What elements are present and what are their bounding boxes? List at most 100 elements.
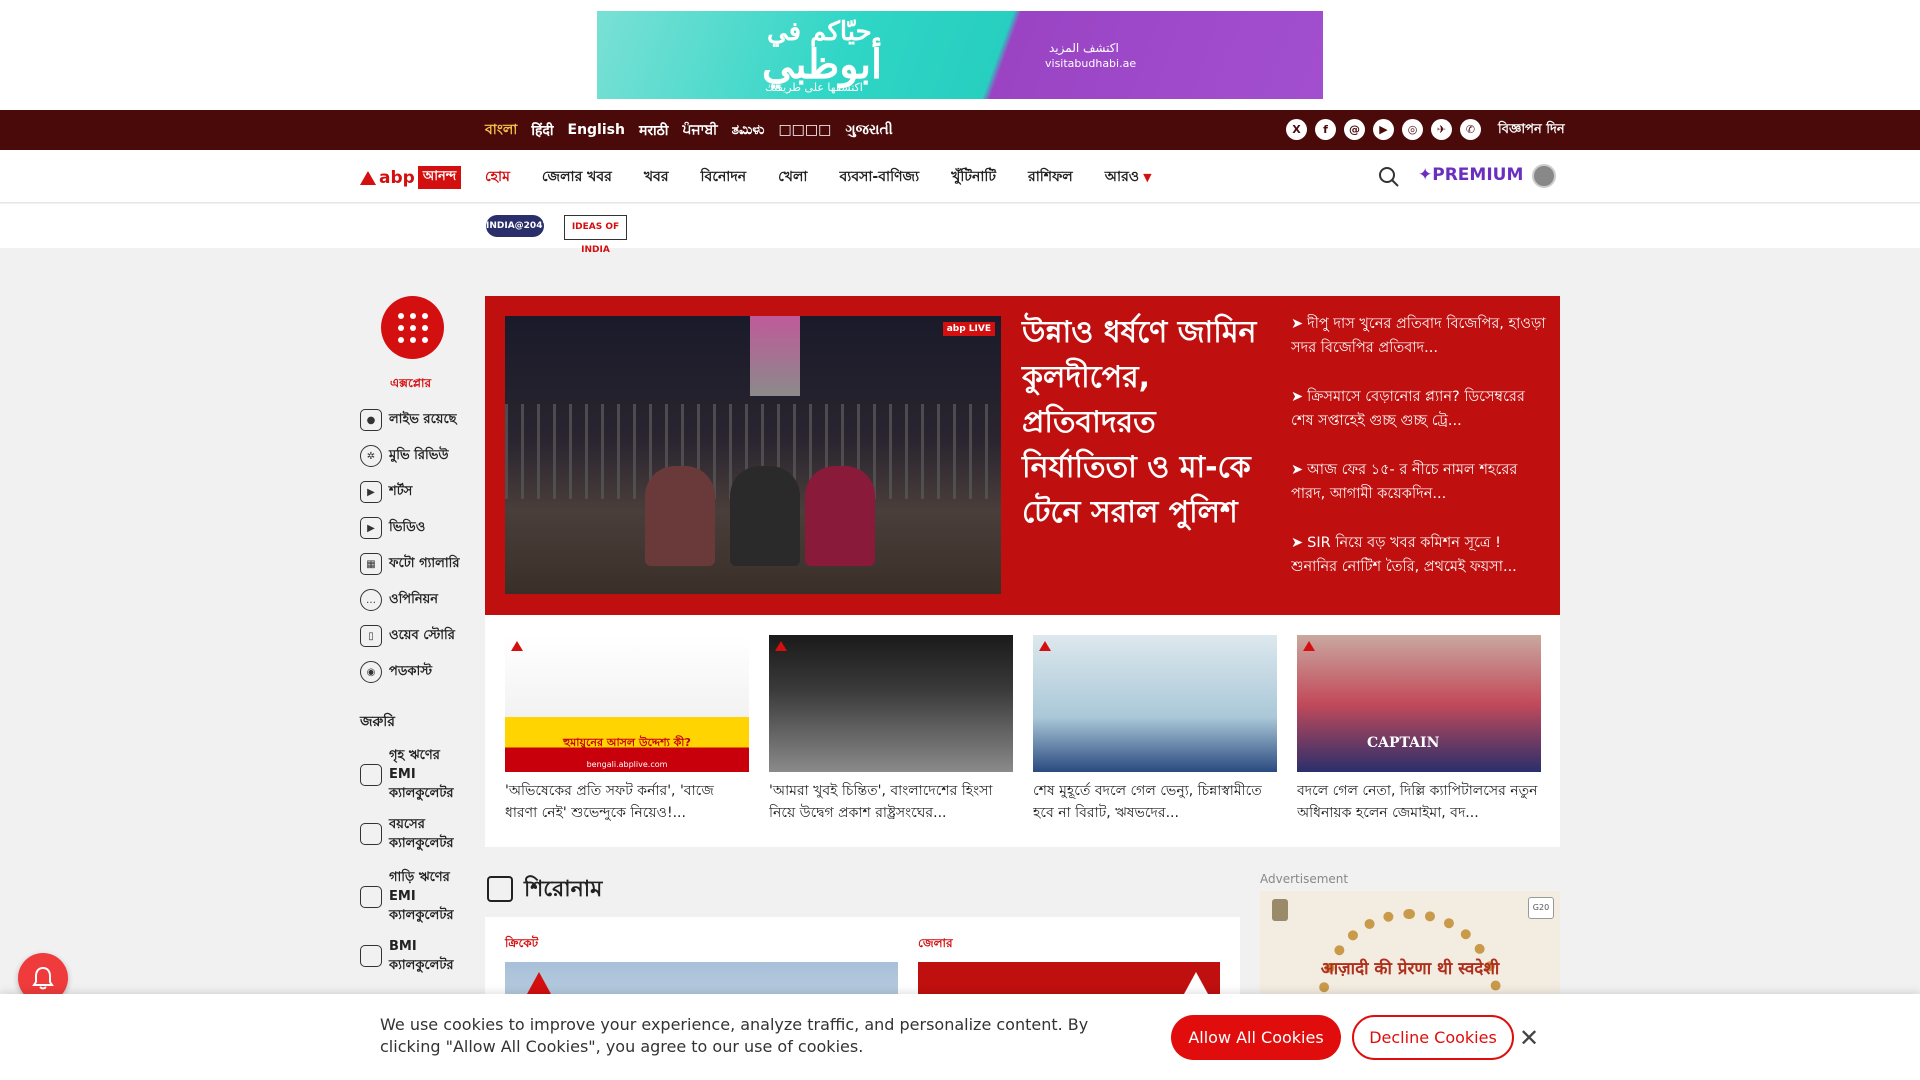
sidebar-item-label: ফটো গ্যালারি: [389, 555, 460, 571]
nav-item-sports[interactable]: খেলা: [778, 165, 807, 189]
nav-item-home[interactable]: হোম: [485, 165, 510, 189]
calc-label: গাড়ি ঋণের EMI ক্যালকুলেটর: [389, 870, 454, 923]
nav-item-details[interactable]: খুঁটিনাটি: [951, 165, 996, 189]
important-heading: জরুরি: [360, 714, 395, 730]
abp-logo-icon: [1039, 641, 1051, 651]
lang-gujarati[interactable]: ગુજરાતી: [845, 122, 892, 138]
chevron-down-icon: ▼: [1143, 170, 1152, 184]
sidebar-item-opinion[interactable]: … ওপিনিয়ন: [360, 589, 438, 611]
cookie-message: We use cookies to improve your experienc…: [380, 1015, 1089, 1056]
lang-punjabi[interactable]: ਪੰਜਾਬੀ: [682, 122, 717, 138]
hero-link-text: দীপু দাস খুনের প্রতিবাদ বিজেপির, হাওড়া …: [1291, 316, 1546, 356]
category-cricket[interactable]: ক্রিকেট: [505, 935, 538, 955]
story-title: বদলে গেল নেতা, দিল্লি ক্যাপিটালসের নতুন …: [1297, 783, 1538, 821]
sidebar-item-podcast[interactable]: ◉ পডকাস্ট: [360, 661, 432, 683]
arrow-right-icon: ➤: [1291, 389, 1304, 405]
user-avatar-icon[interactable]: [1532, 164, 1556, 188]
premium-button[interactable]: ✦PREMIUM: [1418, 165, 1523, 185]
india-2047-badge[interactable]: INDIA@2047: [486, 215, 549, 237]
lang-hindi[interactable]: हिंदी: [531, 121, 553, 140]
main-nav: abp আনন্দ হোম জেলার খবর খবর বিনোদন খেলা …: [0, 150, 1920, 203]
nav-menu: হোম জেলার খবর খবর বিনোদন খেলা ব্যবসা-বাণ…: [485, 150, 1152, 203]
ideas-of-india-badge[interactable]: IDEAS OF INDIA: [564, 215, 627, 255]
sidebar-item-video[interactable]: ▶ ভিডিও: [360, 517, 425, 539]
sidebar-calc-age[interactable]: বয়সের ক্যালকুলেটর: [360, 815, 469, 853]
lang-english[interactable]: English: [568, 122, 625, 138]
search-icon[interactable]: [1378, 166, 1400, 188]
sidebar-calc-bmi[interactable]: BMI ক্যালকুলেটর: [360, 937, 469, 975]
sidebar-item-photo-gallery[interactable]: ▦ ফটো গ্যালারি: [360, 553, 460, 575]
sidebar-item-label: ভিডিও: [389, 519, 426, 535]
web-story-icon: ▯: [360, 625, 382, 647]
sidebar-item-label: মুভি রিভিউ: [389, 447, 449, 463]
whatsapp-icon[interactable]: ✆: [1460, 119, 1481, 140]
home-loan-icon: [360, 763, 382, 786]
facebook-icon[interactable]: f: [1315, 119, 1336, 140]
sidebar-item-shorts[interactable]: ▶ শর্টস: [360, 481, 412, 503]
protester-shape: [645, 466, 715, 566]
lang-marathi[interactable]: मराठी: [639, 121, 668, 140]
ad-url: visitabudhabi.ae: [1045, 57, 1137, 70]
explore-label: এক্সপ্লোর: [390, 376, 432, 390]
hero-link-text: আজ ফের ১৫- র নীচে নামল শহরের পারদ, আগামী…: [1291, 462, 1518, 502]
abu-dhabi-ad-banner[interactable]: حيّاكم في أبوظبي اكتشفها على طريقتك اكتش…: [597, 11, 1323, 99]
nav-item-business[interactable]: ব্যবসা-বাণিজ্য: [839, 165, 919, 189]
sidebar-item-label: পডকাস্ট: [389, 663, 433, 679]
sidebar-calc-car-loan[interactable]: গাড়ি ঋণের EMI ক্যালকুলেটর: [360, 868, 469, 925]
category-district[interactable]: জেলার: [918, 935, 953, 955]
sidebar-item-movie-review[interactable]: ✲ মুভি রিভিউ: [360, 445, 449, 467]
advertise-link[interactable]: বিজ্ঞাপন দিন: [1498, 110, 1565, 150]
hero-headline[interactable]: উন্নাও ধর্ষণে জামিন কুলদীপের, প্রতিবাদরত…: [1022, 310, 1267, 535]
sidebar-calc-home-loan[interactable]: গৃহ ঋণের EMI ক্যালকুলেটর: [360, 746, 469, 803]
hero-link[interactable]: ➤ আজ ফের ১৫- র নীচে নামল শহরের পারদ, আগাম…: [1291, 458, 1549, 506]
allow-cookies-button[interactable]: Allow All Cookies: [1171, 1015, 1341, 1060]
decline-cookies-button[interactable]: Decline Cookies: [1352, 1015, 1514, 1060]
hero-link[interactable]: ➤ দীপু দাস খুনের প্রতিবাদ বিজেপির, হাওড়া…: [1291, 312, 1549, 360]
story-card[interactable]: শেষ মুহূর্তে বদলে গেল ভেন্যু, চিন্নাস্বা…: [1033, 635, 1277, 824]
abp-logo-icon: [1303, 641, 1315, 651]
film-reel-icon: ✲: [360, 445, 382, 467]
youtube-icon[interactable]: ▶: [1373, 119, 1394, 140]
g20-badge: G20: [1528, 897, 1554, 919]
telegram-icon[interactable]: ✈: [1431, 119, 1452, 140]
abp-logo-icon: [527, 972, 551, 994]
sidebar-item-label: লাইভ রয়েছে: [389, 411, 457, 427]
story-thumbnail: হুমায়ুনের আসল উদ্দেশ্য কী? bengali.abpl…: [505, 635, 749, 772]
instagram-icon[interactable]: ◎: [1402, 119, 1423, 140]
close-icon[interactable]: ✕: [1518, 1018, 1540, 1058]
sidebar-item-web-story[interactable]: ▯ ওয়েব স্টোরি: [360, 625, 455, 647]
abp-ananda-logo[interactable]: abp আনন্দ: [360, 166, 462, 189]
story-cards-row: হুমায়ুনের আসল উদ্দেশ্য কী? bengali.abpl…: [485, 615, 1560, 847]
bell-icon: [32, 966, 54, 990]
sidebar-item-label: শর্টস: [389, 483, 413, 499]
hero-link[interactable]: ➤ ক্রিসমাসে বেড়ানোর প্ল্যান? ডিসেম্বরের …: [1291, 385, 1549, 433]
nav-item-horoscope[interactable]: রাশিফল: [1028, 165, 1073, 189]
explore-button[interactable]: [381, 296, 444, 359]
sidebar-item-live[interactable]: ● লাইভ রয়েছে: [360, 409, 457, 431]
story-card[interactable]: CAPTAIN বদলে গেল নেতা, দিল্লি ক্যাপিটালস…: [1297, 635, 1541, 824]
lang-tamil[interactable]: ತಮಿಳು: [732, 122, 765, 138]
lang-unknown[interactable]: □□□□: [778, 122, 831, 138]
story-card[interactable]: 'আমরা খুবই চিন্তিত', বাংলাদেশের হিংসা নি…: [769, 635, 1013, 824]
sub-nav: INDIA@2047 IDEAS OF INDIA: [0, 204, 1920, 255]
nav-item-district[interactable]: জেলার খবর: [542, 165, 612, 189]
hero-links: ➤ দীপু দাস খুনের প্রতিবাদ বিজেপির, হাওড়া…: [1291, 312, 1549, 604]
story-title: 'আমরা খুবই চিন্তিত', বাংলাদেশের হিংসা নি…: [769, 783, 993, 821]
shorts-icon: ▶: [360, 481, 382, 503]
abp-logo-icon: [511, 641, 523, 651]
nav-item-entertainment[interactable]: বিনোদন: [701, 165, 747, 189]
grid-dots-icon: [398, 313, 428, 343]
threads-icon[interactable]: @: [1344, 119, 1365, 140]
protester-shape: [805, 466, 875, 566]
logo-abp-text: abp: [379, 167, 415, 188]
logo-triangle-icon: [360, 170, 376, 185]
thumbnail-caption: CAPTAIN: [1367, 735, 1440, 751]
language-bar: বাংলা हिंदी English मराठी ਪੰਜਾਬੀ ತಮಿಳು □…: [0, 110, 1920, 150]
nav-item-news[interactable]: খবর: [644, 165, 669, 189]
x-icon[interactable]: X: [1286, 119, 1307, 140]
story-card[interactable]: হুমায়ুনের আসল উদ্দেশ্য কী? bengali.abpl…: [505, 635, 749, 824]
lang-bangla[interactable]: বাংলা: [485, 118, 517, 142]
hero-link[interactable]: ➤ SIR নিয়ে বড় খবর কমিশন সূত্রে ! শুনানি…: [1291, 531, 1549, 579]
hero-image[interactable]: abp LIVE: [505, 316, 1001, 594]
nav-item-more[interactable]: আরও ▼: [1105, 165, 1152, 189]
